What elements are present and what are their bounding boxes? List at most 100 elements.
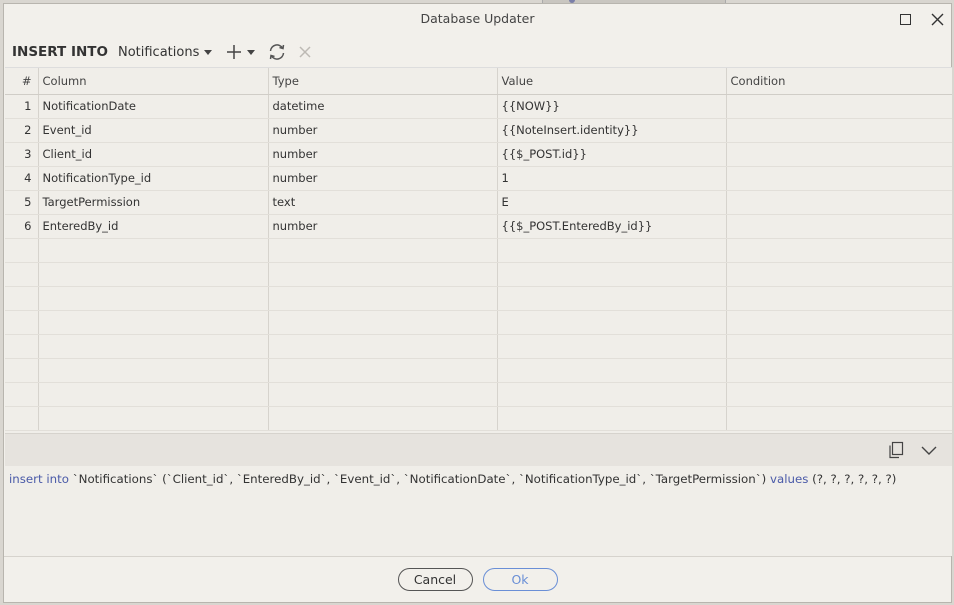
empty-cell — [5, 238, 39, 263]
column-condition-cell[interactable] — [726, 214, 952, 239]
column-name-cell[interactable]: TargetPermission — [38, 190, 269, 215]
row-number: 4 — [5, 166, 39, 191]
empty-cell — [497, 382, 727, 407]
empty-cell — [38, 382, 269, 407]
refresh-button[interactable] — [267, 42, 287, 62]
column-name-cell[interactable]: EnteredBy_id — [38, 214, 269, 239]
empty-cell — [5, 310, 39, 335]
insert-into-label: INSERT INTO — [12, 44, 108, 60]
dialog-footer: Cancel Ok — [4, 556, 951, 602]
row-number: 1 — [5, 94, 39, 119]
sql-keyword-insert: insert into — [9, 472, 69, 486]
empty-cell — [497, 238, 727, 263]
refresh-icon — [270, 44, 285, 60]
header-value[interactable]: Value — [497, 68, 727, 95]
empty-cell — [38, 334, 269, 359]
empty-row — [5, 310, 952, 335]
empty-cell — [726, 382, 952, 407]
empty-cell — [38, 406, 269, 431]
empty-cell — [38, 310, 269, 335]
empty-row — [5, 358, 952, 383]
column-type-cell[interactable]: number — [268, 142, 498, 167]
column-value-cell[interactable]: E — [497, 190, 727, 215]
cancel-button[interactable]: Cancel — [397, 568, 473, 591]
add-column-button[interactable] — [226, 44, 256, 60]
empty-cell — [726, 310, 952, 335]
row-number: 5 — [5, 190, 39, 215]
column-condition-cell[interactable] — [726, 142, 952, 167]
column-type-cell[interactable]: number — [268, 118, 498, 143]
table-row[interactable]: 6 EnteredBy_id number {{$_POST.EnteredBy_id… — [5, 214, 952, 239]
empty-cell — [497, 334, 727, 359]
column-name-cell[interactable]: NotificationType_id — [38, 166, 269, 191]
database-updater-dialog: Database Updater INSERT INTO Notificatio… — [3, 3, 952, 603]
columns-table: # Column Type Value Condition 1 Notificat… — [5, 68, 952, 431]
column-name-cell[interactable]: Client_id — [38, 142, 269, 167]
close-button[interactable] — [926, 8, 948, 30]
sql-preview[interactable]: insert into `Notifications` (`Client_id`… — [5, 466, 952, 556]
table-row[interactable]: 2 Event_id number {{NoteInsert.identity}} — [5, 118, 952, 143]
column-type-cell[interactable]: text — [268, 190, 498, 215]
sql-keyword-values: values — [769, 472, 809, 486]
delete-button[interactable] — [299, 46, 311, 58]
empty-cell — [38, 238, 269, 263]
empty-row — [5, 262, 952, 287]
table-select[interactable]: Notifications — [118, 45, 213, 60]
sql-toolbar — [5, 433, 952, 466]
column-condition-cell[interactable] — [726, 118, 952, 143]
empty-cell — [726, 358, 952, 383]
row-number: 3 — [5, 142, 39, 167]
column-condition-cell[interactable] — [726, 166, 952, 191]
column-type-cell[interactable]: number — [268, 166, 498, 191]
empty-cell — [268, 358, 498, 383]
dialog-title: Database Updater — [420, 11, 535, 26]
column-type-cell[interactable]: datetime — [268, 94, 498, 119]
row-number: 6 — [5, 214, 39, 239]
column-value-cell[interactable]: {{$_POST.id}} — [497, 142, 727, 167]
table-row[interactable]: 5 TargetPermission text E — [5, 190, 952, 215]
collapse-sql-button[interactable] — [921, 441, 937, 463]
empty-cell — [497, 286, 727, 311]
header-type[interactable]: Type — [268, 68, 498, 95]
empty-cell — [726, 238, 952, 263]
close-icon — [931, 13, 943, 25]
empty-cell — [268, 310, 498, 335]
empty-cell — [726, 262, 952, 287]
empty-cell — [268, 406, 498, 431]
column-condition-cell[interactable] — [726, 94, 952, 119]
copy-sql-button[interactable] — [887, 441, 905, 463]
empty-cell — [5, 286, 39, 311]
header-column[interactable]: Column — [38, 68, 269, 95]
table-row[interactable]: 3 Client_id number {{$_POST.id}} — [5, 142, 952, 167]
empty-cell — [38, 286, 269, 311]
chevron-down-icon — [921, 446, 937, 455]
column-value-cell[interactable]: {{$_POST.EnteredBy_id}} — [497, 214, 727, 239]
empty-cell — [38, 358, 269, 383]
empty-cell — [5, 406, 39, 431]
empty-row — [5, 382, 952, 407]
caret-down-icon — [204, 49, 213, 55]
column-value-cell[interactable]: 1 — [497, 166, 727, 191]
header-number: # — [5, 68, 39, 95]
column-condition-cell[interactable] — [726, 190, 952, 215]
column-value-cell[interactable]: {{NOW}} — [497, 94, 727, 119]
empty-cell — [726, 286, 952, 311]
header-condition[interactable]: Condition — [726, 68, 952, 95]
maximize-button[interactable] — [894, 8, 916, 30]
columns-grid: # Column Type Value Condition 1 Notificat… — [5, 67, 952, 433]
empty-cell — [726, 334, 952, 359]
column-type-cell[interactable]: number — [268, 214, 498, 239]
empty-cell — [38, 262, 269, 287]
empty-cell — [497, 310, 727, 335]
column-name-cell[interactable]: NotificationDate — [38, 94, 269, 119]
empty-cell — [5, 382, 39, 407]
empty-cell — [268, 334, 498, 359]
table-row[interactable]: 1 NotificationDate datetime {{NOW}} — [5, 94, 952, 119]
column-name-cell[interactable]: Event_id — [38, 118, 269, 143]
maximize-icon — [899, 13, 911, 25]
column-value-cell[interactable]: {{NoteInsert.identity}} — [497, 118, 727, 143]
empty-cell — [268, 238, 498, 263]
ok-button[interactable]: Ok — [482, 568, 558, 591]
plus-icon — [227, 45, 242, 59]
table-row[interactable]: 4 NotificationType_id number 1 — [5, 166, 952, 191]
